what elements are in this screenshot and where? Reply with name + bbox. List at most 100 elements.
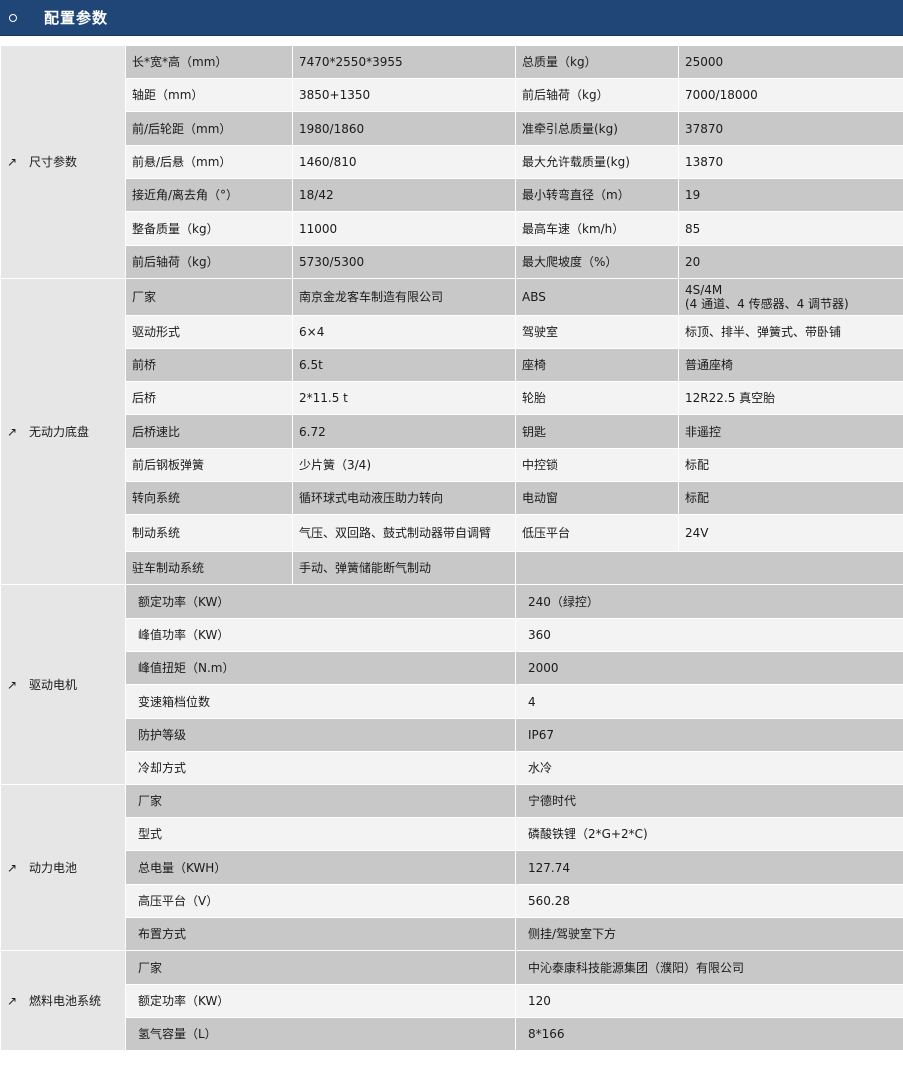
arrow-icon: ↗ [7,677,18,692]
table-row: 后桥 2*11.5 t 轮胎 12R22.5 真空胎 [1,381,903,415]
group-cell: ↗ 燃料电池系统 [0,950,126,1051]
spec-value: 25000 [678,45,903,79]
group-cell: ↗ 驱动电机 [0,584,126,785]
table-row: 后桥速比 6.72 钥匙 非遥控 [1,414,903,449]
spec-label: 前桥 [125,348,293,382]
table-row: 峰值扭矩（N.m） 2000 [1,651,903,685]
spec-label: 整备质量（kg） [125,211,293,246]
table-row: 转向系统 循环球式电动液压助力转向 电动窗 标配 [1,481,903,515]
spec-label: 钥匙 [515,414,679,449]
table-row: ↗ 燃料电池系统 厂家 中沁泰康科技能源集团（濮阳）有限公司 [0,950,903,1051]
spec-label: 额定功率（KW） [125,984,516,1018]
spec-value: 127.74 [515,850,903,885]
spec-value: 12R22.5 真空胎 [678,381,903,415]
circle-icon [9,13,17,22]
spec-value: 标配 [678,448,903,482]
spec-value: 19 [678,178,903,212]
group-label: 燃料电池系统 [29,993,102,1008]
spec-value: 240（绿控） [515,584,903,619]
spec-label: 电动窗 [515,481,679,515]
table-row: ↗ 动力电池 厂家 宁德时代 [0,784,903,951]
spec-value: 37870 [678,111,903,146]
spec-label: 变速箱档位数 [125,684,516,719]
table-row: 总电量（KWH） 127.74 [1,850,903,885]
header-divider [0,36,903,45]
arrow-icon: ↗ [7,424,18,439]
spec-value: 标顶、排半、弹簧式、带卧铺 [678,315,903,349]
spec-value: 85 [678,211,903,246]
spec-label: 后桥速比 [125,414,293,449]
spec-label: 前后轴荷（kg） [515,78,679,112]
spec-value: 4 [515,684,903,719]
spec-label: 高压平台（V） [125,884,516,918]
spec-value: IP67 [515,718,903,752]
table-row: 前悬/后悬（mm） 1460/810 最大允许载质量(kg) 13870 [1,145,903,179]
spec-value: 1460/810 [292,145,516,179]
spec-value: 11000 [292,211,516,246]
arrow-icon: ↗ [7,155,18,169]
spec-label: 前后轴荷（kg） [125,245,293,279]
spec-label: 转向系统 [125,481,293,515]
table-row: 额定功率（KW） 120 [1,984,903,1018]
table-row: 前桥 6.5t 座椅 普通座椅 [1,348,903,382]
spec-label: 前后钢板弹簧 [125,448,293,482]
table-row: 制动系统 气压、双回路、鼓式制动器带自调臂 低压平台 24V [1,514,903,552]
spec-label: 中控锁 [515,448,679,482]
table-row: 整备质量（kg） 11000 最高车速（km/h） 85 [1,211,903,246]
group-label: 驱动电机 [29,677,78,692]
group-cell: ↗ 动力电池 [0,784,126,951]
spec-label: 轴距（mm） [125,78,293,112]
spec-label: 低压平台 [515,514,679,552]
spec-value: 水冷 [515,751,903,785]
spec-label: 准牵引总质量(kg) [515,111,679,146]
spec-value: 6.5t [292,348,516,382]
table-row: ↗ 无动力底盘 厂家 南京金龙客车制造有限公司 ABS 4S/4M (4 通道、4 传感器… [0,278,903,585]
spec-label: 厂家 [125,950,516,985]
spec-value: 南京金龙客车制造有限公司 [292,278,516,316]
table-row: 驱动形式 6×4 驾驶室 标顶、排半、弹簧式、带卧铺 [1,315,903,349]
spec-value: 2*11.5 t [292,381,516,415]
spec-label: 接近角/离去角（°） [125,178,293,212]
table-row: ↗ 尺寸参数 长*宽*高（mm） 7470*2550*3955 总质量（kg） 25000 [0,45,903,279]
spec-label: 峰值功率（KW） [125,618,516,652]
spec-value: 560.28 [515,884,903,918]
spec-value: 宁德时代 [515,784,903,818]
spec-label: 型式 [125,817,516,851]
arrow-icon: ↗ [7,993,18,1008]
spec-label: 轮胎 [515,381,679,415]
table-row: 布置方式 侧挂/驾驶室下方 [1,917,903,951]
arrow-icon: ↗ [7,860,18,875]
spec-label: 厂家 [125,784,516,818]
spec-value: 侧挂/驾驶室下方 [515,917,903,951]
spec-label: 最大允许载质量(kg) [515,145,679,179]
spec-table: ↗ 尺寸参数 长*宽*高（mm） 7470*2550*3955 总质量（kg） 25000… [0,45,903,1051]
spec-label: 后桥 [125,381,293,415]
table-row: 型式 磷酸铁锂（2*G+2*C) [1,817,903,851]
spec-label: 驾驶室 [515,315,679,349]
table-row: 峰值功率（KW） 360 [1,618,903,652]
spec-label: 氢气容量（L） [125,1017,516,1051]
spec-value: 1980/1860 [292,111,516,146]
table-row: 前后轴荷（kg） 5730/5300 最大爬坡度（%） 20 [1,245,903,279]
table-row: 氢气容量（L） 8*166 [1,1017,903,1051]
spec-value: 7000/18000 [678,78,903,112]
spec-label: 驻车制动系统 [125,551,293,585]
spec-label: 额定功率（KW） [125,584,516,619]
spec-value: 普通座椅 [678,348,903,382]
table-row: ↗ 驱动电机 额定功率（KW） 240（绿控） [0,584,903,785]
spec-value: 7470*2550*3955 [292,45,516,79]
spec-label: 总质量（kg） [515,45,679,79]
table-row: 接近角/离去角（°） 18/42 最小转弯直径（m） 19 [1,178,903,212]
spec-value: 20 [678,245,903,279]
empty-cell [515,551,903,585]
spec-label: 前/后轮距（mm） [125,111,293,146]
spec-label: 总电量（KWH） [125,850,516,885]
spec-value: 中沁泰康科技能源集团（濮阳）有限公司 [515,950,903,985]
section-header: 配置参数 [0,0,903,36]
spec-label: 防护等级 [125,718,516,752]
spec-value: 3850+1350 [292,78,516,112]
spec-value: 24V [678,514,903,552]
spec-label: 冷却方式 [125,751,516,785]
group-cell: ↗ 无动力底盘 [0,278,126,585]
table-row: 前后钢板弹簧 少片簧（3/4) 中控锁 标配 [1,448,903,482]
